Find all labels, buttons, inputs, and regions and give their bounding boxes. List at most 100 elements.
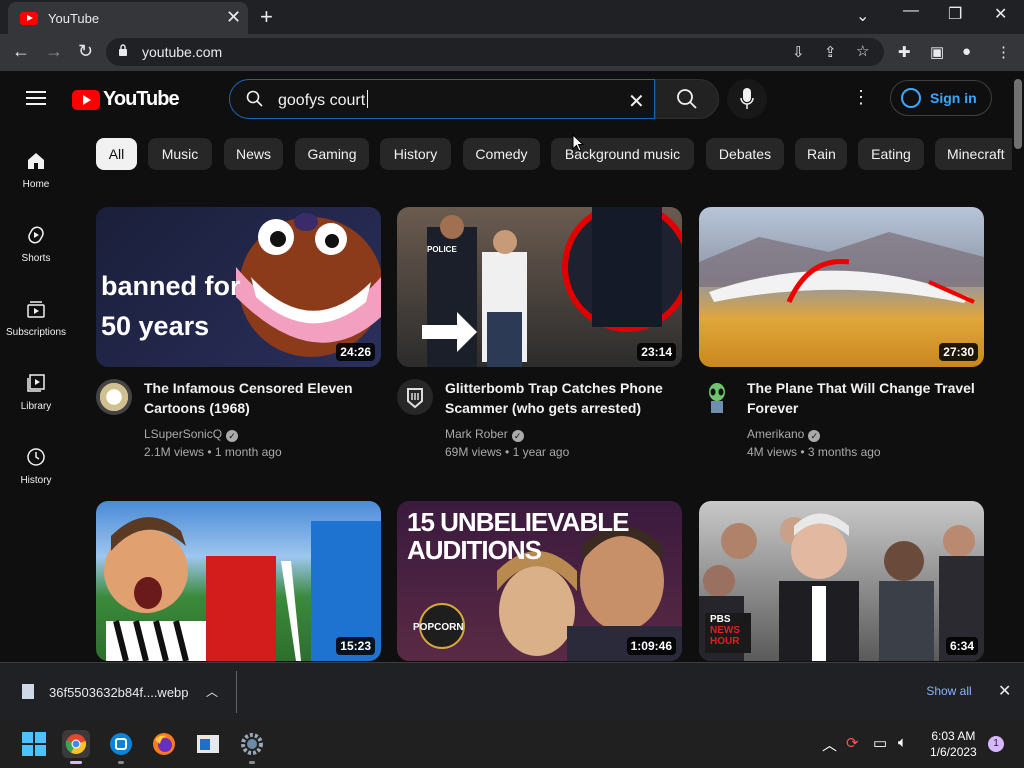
youtube-logo-text[interactable]: YouTube (103, 88, 180, 111)
channel-name[interactable]: Mark Rober ✓ (445, 427, 524, 442)
windows-taskbar: ︿ ⟳ ▭ 🔈︎ 6:03 AM 1/6/2023 1 (0, 720, 1024, 768)
windows-logo-icon (22, 732, 46, 756)
chrome-menu-icon[interactable]: ⋮ (996, 43, 1011, 61)
library-icon (27, 374, 45, 392)
chip-all[interactable]: All (96, 138, 137, 170)
gear-icon (241, 733, 263, 755)
show-all-button[interactable]: Show all (912, 677, 986, 705)
thumbnail-text: 50 years (101, 311, 210, 341)
sidebar-item-subscriptions[interactable]: Subscriptions (0, 287, 72, 357)
video-thumbnail[interactable]: 27:30 (699, 207, 984, 367)
channel-avatar[interactable] (397, 379, 433, 415)
chip-news[interactable]: News (224, 138, 283, 170)
close-download-bar-icon[interactable]: ✕ (998, 681, 1011, 701)
clock-time: 6:03 AM (931, 729, 976, 743)
microphone-icon (740, 88, 754, 109)
chevron-up-icon[interactable]: ︿ (206, 683, 218, 700)
guide-menu-icon[interactable] (26, 91, 46, 105)
chip-gaming[interactable]: Gaming (295, 138, 369, 170)
profile-icon[interactable]: ● (962, 43, 971, 60)
taskbar-firefox[interactable] (150, 730, 178, 758)
chip-eating[interactable]: Eating (858, 138, 924, 170)
start-button[interactable] (20, 730, 48, 758)
video-thumbnail[interactable]: banned for 50 years 24:26 (96, 207, 381, 367)
chip-music[interactable]: Music (148, 138, 212, 170)
forward-button[interactable]: → (45, 41, 63, 62)
system-clock[interactable]: 6:03 AM 1/6/2023 (930, 728, 977, 760)
video-title[interactable]: Glitterbomb Trap Catches Phone Scammer (… (445, 378, 680, 418)
video-thumbnail[interactable]: 15 UNBELIEVABLE AUDITIONS POPCORN 1:09:4… (397, 501, 682, 661)
channel-name-text: Amerikano (747, 427, 805, 441)
address-bar[interactable]: youtube.com ⇩ ⇪ ☆ (106, 38, 884, 66)
download-filename[interactable]: 36f5503632b84f....webp (49, 685, 189, 700)
mark-rober-logo-icon (407, 388, 423, 409)
restore-button[interactable]: ❐ (948, 4, 962, 24)
sidebar-item-history[interactable]: History (0, 435, 72, 505)
video-thumbnail[interactable]: 15:23 (96, 501, 381, 661)
voice-search-button[interactable] (727, 79, 767, 119)
volume-icon[interactable]: 🔈︎ (898, 734, 907, 751)
youtube-logo-icon[interactable] (72, 90, 100, 110)
reload-button[interactable]: ↻ (78, 41, 93, 62)
app-icon (110, 733, 132, 755)
account-icon (901, 88, 921, 108)
show-hidden-icons-chevron-icon[interactable]: ︿ (822, 734, 837, 755)
sidebar-item-shorts[interactable]: Shorts (0, 213, 72, 283)
video-duration: 23:14 (637, 343, 676, 361)
browser-tab-youtube[interactable]: YouTube ✕ (8, 2, 248, 34)
page-scrollbar[interactable] (1012, 71, 1024, 662)
minimize-button[interactable]: — (903, 2, 919, 20)
chip-comedy[interactable]: Comedy (463, 138, 540, 170)
network-icon[interactable]: ▭ (873, 734, 887, 752)
extensions-puzzle-icon[interactable]: ✚ (898, 43, 911, 61)
search-input[interactable]: goofys court ✕ (229, 79, 655, 119)
scrollbar-thumb[interactable] (1014, 79, 1022, 149)
tab-close-icon[interactable]: ✕ (226, 8, 241, 26)
channel-name[interactable]: LSuperSonicQ ✓ (144, 427, 239, 442)
sidebar-item-label: Library (20, 401, 52, 412)
chip-minecraft[interactable]: Minecraft (935, 138, 1012, 170)
taskbar-settings[interactable] (238, 730, 266, 764)
taskbar-app-blue[interactable] (107, 730, 135, 764)
tab-search-chevron-icon[interactable]: ⌄ (856, 6, 869, 26)
sidebar-item-home[interactable]: Home (0, 139, 72, 209)
thumbnail-text: NEWS (710, 625, 740, 636)
share-icon[interactable]: ⇪ (824, 43, 837, 61)
chip-history[interactable]: History (380, 138, 451, 170)
install-app-icon[interactable]: ⇩ (792, 43, 805, 61)
clear-search-icon[interactable]: ✕ (628, 89, 645, 114)
channel-avatar[interactable] (96, 379, 132, 415)
window-close-button[interactable]: ✕ (994, 4, 1007, 24)
sidebar-item-library[interactable]: Library (0, 361, 72, 431)
back-button[interactable]: ← (12, 41, 30, 62)
notification-badge[interactable]: 1 (988, 736, 1004, 752)
history-icon (27, 448, 45, 466)
video-thumbnail[interactable]: PBS NEWS HOUR 6:34 (699, 501, 984, 661)
sign-in-button[interactable]: Sign in (890, 80, 992, 116)
video-title[interactable]: The Plane That Will Change Travel Foreve… (747, 378, 982, 418)
chrome-icon (65, 734, 87, 754)
video-title[interactable]: The Infamous Censored Eleven Cartoons (1… (144, 378, 379, 418)
verified-icon: ✓ (511, 430, 524, 442)
bookmark-star-icon[interactable]: ☆ (856, 42, 869, 60)
thumbnail-text: POLICE (427, 245, 457, 254)
taskbar-app-window[interactable] (194, 730, 222, 758)
channel-name[interactable]: Amerikano ✓ (747, 427, 821, 442)
view-count: 2.1M views (144, 445, 205, 459)
video-title-line: Forever (747, 400, 799, 416)
search-icon (246, 90, 263, 107)
search-button[interactable] (655, 79, 719, 119)
search-icon (677, 89, 697, 109)
chip-debates[interactable]: Debates (706, 138, 784, 170)
new-tab-button[interactable]: + (260, 4, 273, 30)
video-title-line: Glitterbomb Trap Catches Phone (445, 380, 663, 396)
chip-rain[interactable]: Rain (795, 138, 847, 170)
sync-alert-icon[interactable]: ⟳ (846, 734, 859, 752)
channel-avatar[interactable] (699, 379, 735, 415)
sidebar-item-label: History (20, 475, 52, 486)
side-panel-icon[interactable]: ▣ (930, 43, 944, 61)
lock-icon[interactable] (118, 44, 128, 56)
video-thumbnail[interactable]: POLICE 23:14 (397, 207, 682, 367)
taskbar-chrome[interactable] (62, 730, 90, 764)
settings-more-icon[interactable]: ⋮ (852, 87, 870, 108)
